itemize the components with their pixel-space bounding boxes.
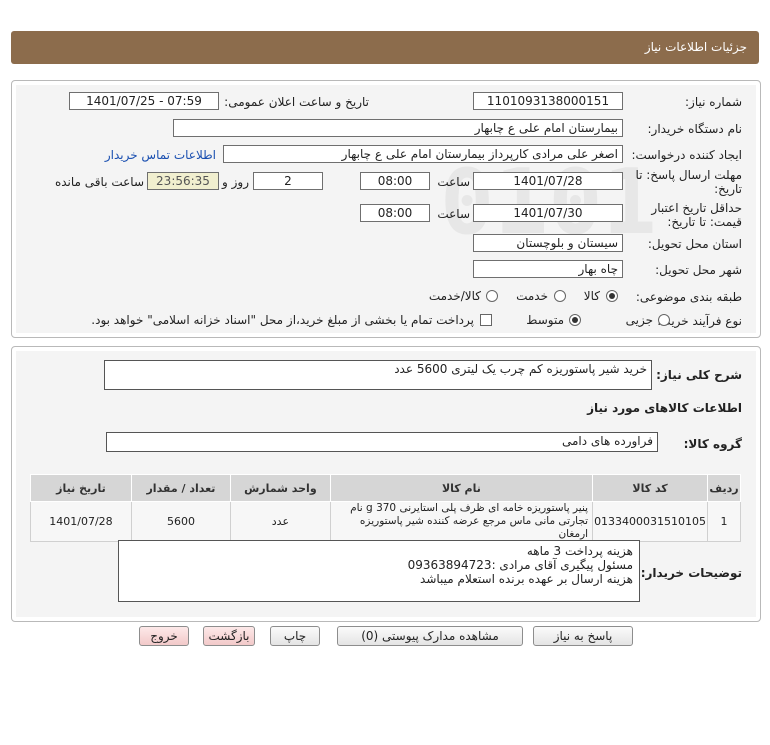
col-qty: تعداد / مقدار xyxy=(130,474,232,502)
page-title: جزئیات اطلاعات نیاز xyxy=(644,40,747,54)
days-label: روز و xyxy=(222,175,249,189)
need-number-field[interactable]: 1101093138000151 xyxy=(473,92,623,110)
reply-button[interactable]: پاسخ به نیاز xyxy=(533,626,633,646)
category-radio-goods[interactable] xyxy=(606,290,618,302)
cell-code: 0133400031510105 xyxy=(592,501,709,542)
cell-qty: 5600 xyxy=(130,501,232,542)
process-radio-medium[interactable] xyxy=(569,314,581,326)
exit-button[interactable]: خروج xyxy=(139,626,189,646)
province-label: استان محل تحویل: xyxy=(647,237,742,251)
buyer-org-label: نام دستگاه خریدار: xyxy=(647,122,743,136)
col-date: تاریخ نیاز xyxy=(30,474,132,502)
buyer-note-line: مسئول پیگیری آقای مرادی :09363894723 xyxy=(407,558,633,572)
page-header: جزئیات اطلاعات نیاز xyxy=(11,31,759,64)
validity-label: حداقل تاریخ اعتبار xyxy=(651,201,742,215)
validity-time-label: ساعت xyxy=(437,207,470,221)
category-option-goods-service: کالا/خدمت xyxy=(428,289,481,303)
col-row: ردیف xyxy=(707,474,741,502)
process-radio-minor[interactable] xyxy=(658,314,670,326)
reply-time-field[interactable]: 08:00 xyxy=(360,172,430,190)
back-button[interactable]: بازگشت xyxy=(203,626,255,646)
col-code: کد کالا xyxy=(592,474,709,502)
category-label: طبقه بندی موضوعی: xyxy=(635,290,742,304)
goods-table: ردیف کد کالا نام کالا واحد شمارش تعداد /… xyxy=(30,474,741,542)
requester-label: ایجاد کننده درخواست: xyxy=(631,148,742,162)
table-row[interactable]: 1 0133400031510105 پنیر پاستوریزه خامه ا… xyxy=(30,501,741,542)
reply-deadline-label: مهلت ارسال پاسخ: تا xyxy=(635,168,742,182)
reply-deadline-label-2: تاریخ: xyxy=(714,182,742,196)
reply-time-label: ساعت xyxy=(437,175,470,189)
col-unit: واحد شمارش xyxy=(230,474,331,502)
city-field[interactable]: چاه بهار xyxy=(473,260,623,278)
cell-date: 1401/07/28 xyxy=(30,501,132,542)
goods-table-header: ردیف کد کالا نام کالا واحد شمارش تعداد /… xyxy=(30,474,741,502)
remaining-time-label: ساعت باقی مانده xyxy=(54,175,144,189)
remaining-time-field: 23:56:35 xyxy=(147,172,219,190)
reply-date-field[interactable]: 1401/07/28 xyxy=(473,172,623,190)
contact-info-link[interactable]: اطلاعات تماس خریدار xyxy=(105,148,216,162)
buyer-note-line: هزینه پرداخت 3 ماهه xyxy=(526,544,633,558)
category-option-service: خدمت xyxy=(516,289,548,303)
city-label: شهر محل تحویل: xyxy=(655,263,742,277)
treasury-payment-note: پرداخت تمام یا بخشی از مبلغ خرید،از محل … xyxy=(91,313,474,327)
cell-row: 1 xyxy=(707,501,741,542)
validity-label-2: قیمت: تا تاریخ: xyxy=(667,215,742,229)
treasury-payment-checkbox[interactable] xyxy=(480,314,492,326)
col-name: نام کالا xyxy=(329,474,594,502)
cell-name: پنیر پاستوریزه خامه ای ظرف پلی استایرنی … xyxy=(329,501,594,542)
announce-datetime-label: تاریخ و ساعت اعلان عمومی: xyxy=(224,95,369,109)
goods-info-title: اطلاعات کالاهای مورد نیاز xyxy=(587,401,742,415)
need-summary-label: شرح کلی نیاز: xyxy=(656,368,742,382)
category-radio-service[interactable] xyxy=(554,290,566,302)
buyer-org-field[interactable]: بیمارستان امام علی ع چابهار xyxy=(173,119,623,137)
buyer-notes-box[interactable]: هزینه پرداخت 3 ماهه مسئول پیگیری آقای مر… xyxy=(118,540,640,602)
province-field[interactable]: سیستان و بلوچستان xyxy=(473,234,623,252)
category-radio-goods-service[interactable] xyxy=(486,290,498,302)
goods-group-field[interactable]: فراورده های دامی xyxy=(106,432,658,452)
category-option-goods: کالا xyxy=(583,289,600,303)
validity-date-field[interactable]: 1401/07/30 xyxy=(473,204,623,222)
days-remaining-field[interactable]: 2 xyxy=(253,172,323,190)
need-number-label: شماره نیاز: xyxy=(685,95,742,109)
goods-group-label: گروه کالا: xyxy=(683,437,742,451)
need-summary-field[interactable]: خرید شیر پاستوریزه کم چرب یک لیتری 5600 … xyxy=(104,360,652,390)
buyer-note-line: هزینه ارسال بر عهده برنده استعلام میباشد xyxy=(420,572,633,586)
validity-time-field[interactable]: 08:00 xyxy=(360,204,430,222)
requester-field[interactable]: اصغر علی مرادی کارپرداز بیمارستان امام ع… xyxy=(223,145,623,163)
buyer-notes-label: توضیحات خریدار: xyxy=(640,566,742,580)
announce-datetime-field[interactable]: 1401/07/25 - 07:59 xyxy=(69,92,219,110)
print-button[interactable]: چاپ xyxy=(270,626,320,646)
attachments-button[interactable]: مشاهده مدارک پیوستی (0) xyxy=(337,626,523,646)
process-option-minor: جزیی xyxy=(625,313,653,327)
cell-unit: عدد xyxy=(230,501,331,542)
process-option-medium: متوسط xyxy=(526,313,564,327)
